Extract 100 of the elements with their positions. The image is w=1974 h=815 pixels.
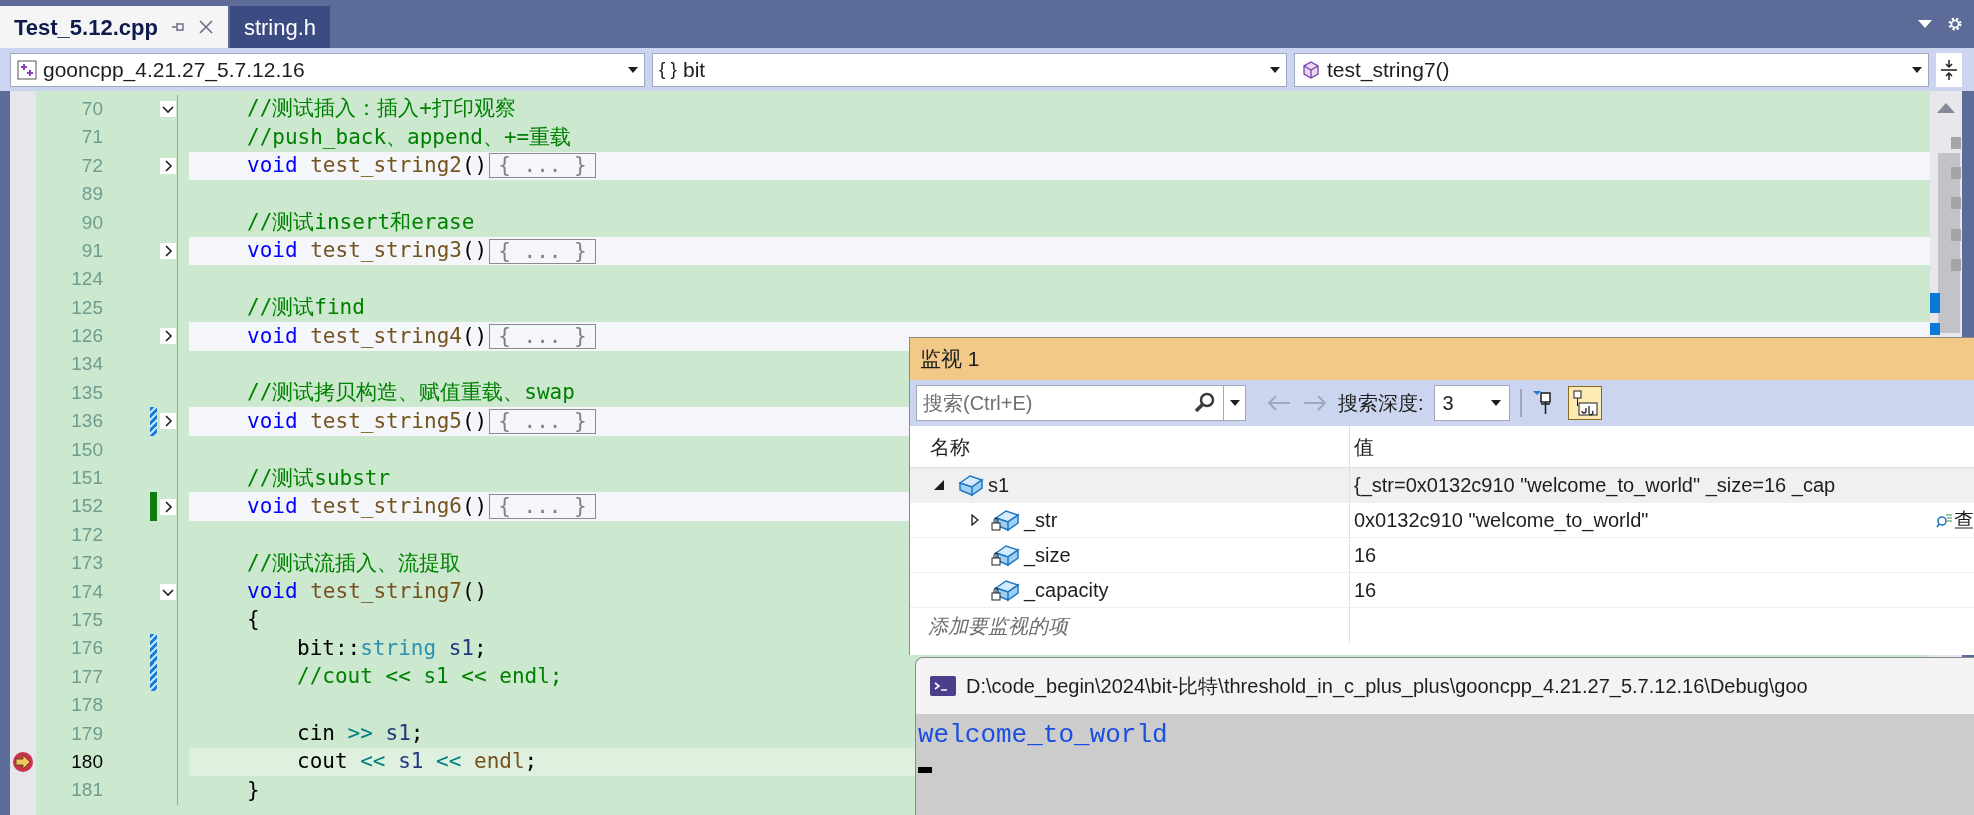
search-depth-label: 搜索深度:: [1338, 391, 1424, 416]
expand-chevron-icon[interactable]: [159, 413, 176, 430]
watch-row[interactable]: s1 {_str=0x0132c910 "welcome_to_world" _size=16 _cap: [910, 468, 1974, 503]
code-token: test_string5: [309, 407, 462, 435]
line-number: 172: [71, 522, 103, 547]
code-token: {: [247, 606, 260, 634]
scroll-up-arrow-icon[interactable]: [1937, 103, 1955, 113]
scroll-change-marker: [1930, 293, 1940, 313]
console-cursor: [918, 767, 932, 773]
collapsed-body[interactable]: { ... }: [489, 323, 596, 349]
line-number: 134: [71, 352, 103, 377]
watch-window-title: 监视 1: [920, 346, 980, 373]
watch-value: 16: [1354, 578, 1377, 603]
line-number: 152: [71, 494, 103, 519]
collapse-chevron-icon[interactable]: [159, 583, 176, 600]
code-token: (): [461, 492, 488, 520]
line-number: 177: [71, 664, 103, 689]
navigation-dropdown[interactable]: gooncpp_4.21.27_5.7.12.16: [10, 52, 645, 87]
watch-search-field[interactable]: 搜索(Ctrl+E): [916, 385, 1246, 421]
string-view-toggle[interactable]: [1567, 386, 1602, 420]
search-icon[interactable]: [1193, 391, 1217, 415]
line-number: 91: [81, 238, 103, 263]
code-comment: //cout << s1 << endl;: [297, 663, 563, 691]
code-token: void: [247, 578, 298, 606]
code-comment: //测试插入：插入+打印观察: [247, 95, 516, 123]
watch-row[interactable]: _capacity 16: [910, 573, 1974, 608]
code-token: >>: [347, 720, 373, 748]
console-app-icon: [930, 676, 956, 696]
code-token: (): [461, 322, 488, 350]
watch-value: 0x0132c910 "welcome_to_world": [1354, 508, 1649, 534]
line-number: 71: [81, 125, 103, 150]
code-token: s1: [397, 748, 425, 776]
collapsed-triangle-icon[interactable]: [971, 514, 979, 526]
code-token: test_string4: [309, 322, 462, 350]
search-depth-dropdown[interactable]: 3: [1433, 385, 1510, 421]
code-comment: //测试流插入、流提取: [247, 549, 462, 577]
code-token: void: [247, 237, 298, 265]
code-token: bit::: [297, 634, 361, 662]
scroll-marker: [1951, 137, 1961, 149]
expand-chevron-icon[interactable]: [159, 157, 176, 174]
text-visualizer-button[interactable]: 查: [1936, 505, 1974, 535]
line-number: 126: [71, 324, 103, 349]
namespace-glyph: { }: [659, 57, 677, 82]
expanded-triangle-icon[interactable]: [934, 480, 944, 490]
line-number: 90: [81, 210, 103, 235]
collapse-chevron-icon[interactable]: [159, 101, 176, 118]
code-token: test_string2: [309, 152, 462, 180]
code-token: s1: [447, 634, 474, 662]
line-number: 70: [81, 96, 103, 121]
expand-chevron-icon[interactable]: [159, 498, 176, 515]
code-token: s1: [384, 720, 411, 748]
column-header[interactable]: 值: [1350, 426, 1974, 467]
column-header[interactable]: 名称: [910, 426, 1350, 467]
watch-row[interactable]: _str 0x0132c910 "welcome_to_world" 查: [910, 503, 1974, 538]
close-icon[interactable]: [197, 19, 214, 35]
collapsed-body[interactable]: { ... }: [489, 238, 596, 264]
code-token: }: [247, 776, 260, 804]
line-number: 174: [71, 579, 103, 604]
code-token: (): [461, 407, 488, 435]
line-number: 179: [71, 721, 103, 746]
line-number: 178: [71, 693, 103, 718]
code-token: string: [360, 634, 437, 662]
navigation-dropdown[interactable]: { } bit: [652, 52, 1287, 87]
magnifier-icon: [1936, 512, 1952, 528]
editor-tab[interactable]: string.h: [229, 6, 331, 48]
console-title: D:\code_begin\2024\bit-比特\threshold_in_c_plus_plus\gooncpp_4.21.27_5.7.12.16\Debug\goo: [966, 674, 1808, 700]
code-token: ;: [524, 748, 538, 776]
scroll-marker: [1951, 167, 1961, 179]
split-icon: [1940, 58, 1958, 81]
expand-chevron-icon[interactable]: [159, 243, 176, 260]
split-window-button[interactable]: [1936, 52, 1962, 87]
code-token: void: [247, 492, 298, 520]
scroll-marker: [1951, 229, 1961, 241]
collapsed-body[interactable]: { ... }: [489, 494, 596, 520]
line-number: 136: [71, 409, 103, 434]
locked-field-icon: [990, 508, 1020, 532]
watch-name: s1: [988, 473, 1010, 498]
line-number: 173: [71, 551, 103, 576]
collapsed-body[interactable]: { ... }: [489, 409, 596, 434]
line-number: 150: [71, 437, 103, 462]
code-token: (): [461, 578, 488, 606]
tab-list-dropdown-icon[interactable]: [1918, 20, 1932, 28]
line-number: 181: [71, 778, 103, 803]
code-token: ;: [474, 634, 487, 662]
code-token: ;: [410, 720, 424, 748]
code-token: (): [461, 237, 488, 265]
collapsed-body[interactable]: { ... }: [489, 153, 596, 179]
expand-chevron-icon[interactable]: [159, 328, 176, 345]
locked-field-icon: [990, 543, 1020, 567]
code-token: <<: [436, 748, 462, 776]
line-number: 135: [71, 380, 103, 405]
scroll-marker: [1951, 259, 1961, 271]
settings-icon[interactable]: [1946, 15, 1964, 33]
line-number: 72: [81, 153, 103, 178]
watch-search-input[interactable]: 搜索(Ctrl+E): [917, 386, 1193, 420]
watch-row[interactable]: _size 16: [910, 538, 1974, 573]
navigation-dropdown[interactable]: test_string7(): [1294, 52, 1929, 87]
editor-tab[interactable]: Test_5.12.cpp: [0, 6, 228, 48]
line-number: 175: [71, 608, 103, 632]
line-number: 176: [71, 636, 103, 661]
